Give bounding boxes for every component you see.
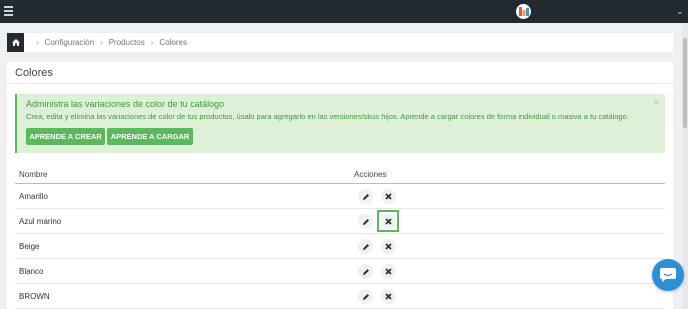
pencil-icon[interactable] [358, 189, 373, 204]
table-row: Amarillo [15, 184, 665, 209]
table-row: BROWN [15, 284, 665, 309]
delete-x-icon[interactable] [381, 264, 396, 279]
table-row: Azul marino [15, 209, 665, 234]
color-name: Amarillo [19, 192, 48, 201]
color-name: BROWN [19, 292, 50, 301]
table-row: Blanco [15, 259, 665, 284]
chat-bubble-icon[interactable] [652, 259, 684, 291]
delete-x-icon[interactable] [381, 239, 396, 254]
learn-create-button[interactable]: APRENDE A CREAR [26, 128, 105, 145]
pencil-icon[interactable] [358, 289, 373, 304]
hamburger-icon[interactable] [4, 6, 13, 16]
brand-logo-icon[interactable] [516, 4, 531, 19]
home-icon[interactable] [7, 33, 24, 52]
breadcrumb-item-productos[interactable]: Productos [109, 38, 145, 47]
chevron-down-icon[interactable]: ⌄ [676, 6, 684, 16]
delete-x-icon[interactable] [381, 214, 396, 229]
table-header: Nombre Acciones [15, 166, 665, 184]
column-header-acciones: Acciones [354, 170, 387, 179]
alert-description: Crea, edita y elimina las variaciones de… [26, 112, 629, 121]
breadcrumb-separator: › [150, 38, 154, 47]
delete-x-icon[interactable] [381, 289, 396, 304]
top-navbar: ⌄ [0, 0, 688, 23]
delete-x-icon[interactable] [381, 189, 396, 204]
color-name: Blanco [19, 267, 44, 276]
breadcrumb-item-colores: Colores [159, 38, 187, 47]
pencil-icon[interactable] [358, 214, 373, 229]
info-alert: Administra las variaciones de color de t… [15, 94, 665, 153]
close-icon[interactable]: × [654, 97, 659, 107]
page-title: Colores [7, 62, 673, 84]
pencil-icon[interactable] [358, 264, 373, 279]
breadcrumb: › Configuración › Productos › Colores [7, 33, 673, 52]
color-name: Azul marino [19, 217, 62, 226]
column-header-nombre: Nombre [19, 170, 48, 179]
breadcrumb-separator: › [36, 38, 39, 47]
alert-title: Administra las variaciones de color de t… [26, 99, 225, 109]
pencil-icon[interactable] [358, 239, 373, 254]
table-row: Beige [15, 234, 665, 259]
colors-card: Colores Administra las variaciones de co… [7, 62, 673, 309]
breadcrumb-separator: › [100, 38, 103, 47]
learn-upload-button[interactable]: APRENDE A CARGAR [107, 128, 193, 145]
breadcrumb-item-configuracion[interactable]: Configuración [45, 38, 94, 47]
color-name: Beige [19, 242, 40, 251]
scrollbar-thumb[interactable] [683, 38, 687, 128]
